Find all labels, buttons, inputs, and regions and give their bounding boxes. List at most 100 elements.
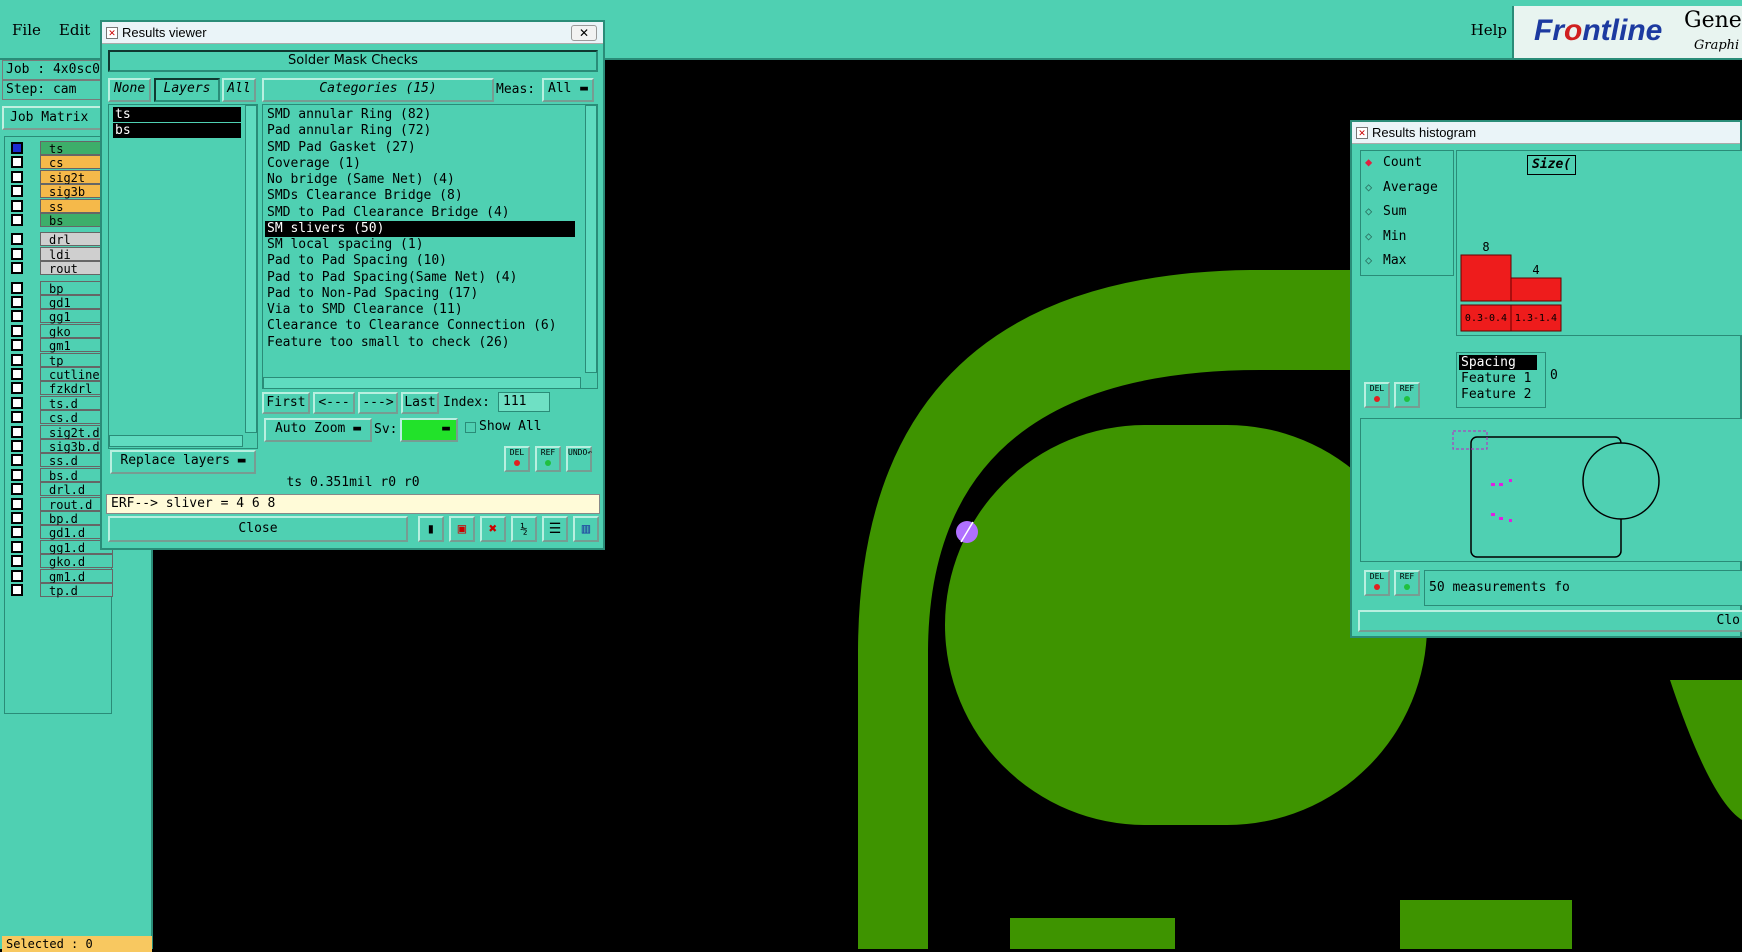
layer-row[interactable]: ts xyxy=(7,141,113,156)
layer-checkbox[interactable] xyxy=(11,310,23,323)
layer-checkbox[interactable] xyxy=(11,142,23,154)
category-item[interactable]: Via to SMD Clearance (11) xyxy=(265,302,463,318)
hist-del-button[interactable]: DEL xyxy=(1364,382,1390,408)
layer-row[interactable]: ldi xyxy=(7,246,113,262)
ref-button[interactable]: REF xyxy=(535,446,561,472)
histogram-bar[interactable] xyxy=(1510,277,1562,302)
layer-row[interactable]: bp.d xyxy=(7,511,113,526)
hist-del-button-2[interactable]: DEL xyxy=(1364,570,1390,596)
replace-layers-button[interactable]: Replace layers ▬ xyxy=(110,450,256,474)
layer-checkbox[interactable] xyxy=(11,411,23,424)
hist-ref-button-2[interactable]: REF xyxy=(1394,570,1420,596)
layer-checkbox[interactable] xyxy=(11,440,23,452)
category-item[interactable]: Feature too small to check (26) xyxy=(265,335,510,351)
layer-checkbox[interactable] xyxy=(11,569,23,582)
layer-checkbox[interactable] xyxy=(11,262,23,275)
layer-row[interactable]: drl xyxy=(7,232,113,247)
layer-checkbox[interactable] xyxy=(11,382,23,395)
category-item[interactable]: SMDs Clearance Bridge (8) xyxy=(265,188,463,204)
layer-checkbox[interactable] xyxy=(11,156,23,169)
hist-ref-button[interactable]: REF xyxy=(1394,382,1420,408)
hist-close-button[interactable]: Clo xyxy=(1358,610,1742,632)
layer-row[interactable]: fzkdrl xyxy=(7,381,113,396)
layer-checkbox[interactable] xyxy=(11,468,23,481)
histogram-icon[interactable]: ▥ xyxy=(573,516,599,542)
tool-icon-3[interactable]: ✖ xyxy=(480,516,506,542)
menu-file[interactable]: File xyxy=(12,21,41,39)
histogram-titlebar[interactable]: ✕ Results histogram xyxy=(1352,122,1740,144)
category-item[interactable]: Pad to Non-Pad Spacing (17) xyxy=(265,286,478,302)
category-item[interactable]: Pad to Pad Spacing(Same Net) (4) xyxy=(265,270,517,286)
category-item[interactable]: SMD Pad Gasket (27) xyxy=(265,140,416,156)
histogram-option[interactable]: ◇ Average xyxy=(1365,180,1453,198)
layer-checkbox[interactable] xyxy=(11,454,23,467)
category-item[interactable]: Clearance to Clearance Connection (6) xyxy=(265,318,557,334)
layer-row[interactable]: sig2t.d xyxy=(7,424,113,440)
layer-row[interactable]: rout xyxy=(7,261,113,276)
layer-row[interactable]: gko xyxy=(7,323,113,339)
tool-icon-4[interactable]: ½ xyxy=(511,516,537,542)
categories-button[interactable]: Categories (15) xyxy=(262,78,494,102)
layer-row[interactable]: bs.d xyxy=(7,467,113,483)
layers-vertical-scrollbar[interactable] xyxy=(245,105,257,433)
category-item[interactable]: SM local spacing (1) xyxy=(265,237,424,253)
layer-row[interactable]: gd1.d xyxy=(7,525,113,540)
layer-row[interactable]: sig3b xyxy=(7,184,113,199)
auto-zoom-button[interactable]: Auto Zoom ▬ xyxy=(264,418,372,442)
layer-row[interactable]: cutline xyxy=(7,367,113,382)
category-item[interactable]: No bridge (Same Net) (4) xyxy=(265,172,455,188)
category-item[interactable]: SM slivers (50) xyxy=(265,220,575,237)
menu-edit[interactable]: Edit xyxy=(59,21,90,39)
layer-checkbox[interactable] xyxy=(11,540,23,553)
layer-row[interactable]: gg1.d xyxy=(7,539,113,555)
none-button[interactable]: None xyxy=(108,78,151,102)
category-item[interactable]: SMD annular Ring (82) xyxy=(265,107,431,123)
layer-row[interactable]: sig2t xyxy=(7,169,113,185)
layers-horizontal-scrollbar[interactable] xyxy=(109,435,243,447)
layer-row[interactable]: cs xyxy=(7,155,113,170)
category-item[interactable]: SMD to Pad Clearance Bridge (4) xyxy=(265,205,510,221)
layer-row[interactable]: bs xyxy=(7,213,113,228)
prev-button[interactable]: <--- xyxy=(313,392,355,414)
layer-checkbox[interactable] xyxy=(11,526,23,539)
layer-row[interactable]: drl.d xyxy=(7,482,113,497)
histogram-list-item[interactable]: Spacing xyxy=(1459,355,1537,370)
layer-checkbox[interactable] xyxy=(11,368,23,380)
layer-checkbox[interactable] xyxy=(11,483,23,496)
layer-checkbox[interactable] xyxy=(11,214,23,226)
layer-checkbox[interactable] xyxy=(11,199,23,212)
tool-icon-1[interactable]: ▮ xyxy=(418,516,444,542)
layer-checkbox[interactable] xyxy=(11,584,23,596)
layer-checkbox[interactable] xyxy=(11,233,23,246)
layer-checkbox[interactable] xyxy=(11,324,23,337)
layer-checkbox[interactable] xyxy=(11,512,23,524)
first-button[interactable]: First xyxy=(262,392,310,414)
layer-checkbox[interactable] xyxy=(11,339,23,352)
report-icon[interactable]: ☰ xyxy=(542,516,568,542)
histogram-list-item[interactable]: Feature 2 xyxy=(1459,387,1537,402)
layer-checkbox[interactable] xyxy=(11,185,23,198)
layer-row[interactable]: gm1.d xyxy=(7,568,113,584)
category-item[interactable]: Pad to Pad Spacing (10) xyxy=(265,253,447,269)
layer-checkbox[interactable] xyxy=(11,425,23,438)
all-button[interactable]: All xyxy=(222,78,256,102)
layer-row[interactable]: ss xyxy=(7,198,113,214)
layer-row[interactable]: tp xyxy=(7,352,113,368)
index-input[interactable]: 111 xyxy=(498,392,550,412)
show-all-checkbox[interactable] xyxy=(465,422,476,433)
category-item[interactable]: Pad annular Ring (72) xyxy=(265,123,431,139)
layer-row[interactable]: gm1 xyxy=(7,338,113,353)
layer-checkbox[interactable] xyxy=(11,296,23,308)
tool-icon-2[interactable]: ▣ xyxy=(449,516,475,542)
layer-row[interactable]: ts.d xyxy=(7,395,113,411)
layer-list-item[interactable]: bs xyxy=(113,123,241,138)
results-viewer-titlebar[interactable]: ✕ Results viewer ✕ xyxy=(102,22,603,44)
layer-row[interactable]: gg1 xyxy=(7,309,113,324)
del-button[interactable]: DEL xyxy=(504,446,530,472)
layer-checkbox[interactable] xyxy=(11,497,23,510)
layers-button[interactable]: Layers xyxy=(154,78,220,102)
layer-checkbox[interactable] xyxy=(11,396,23,409)
job-matrix-button[interactable]: Job Matrix xyxy=(2,106,110,130)
menu-help[interactable]: Help xyxy=(1471,21,1507,39)
layer-checkbox[interactable] xyxy=(11,247,23,260)
